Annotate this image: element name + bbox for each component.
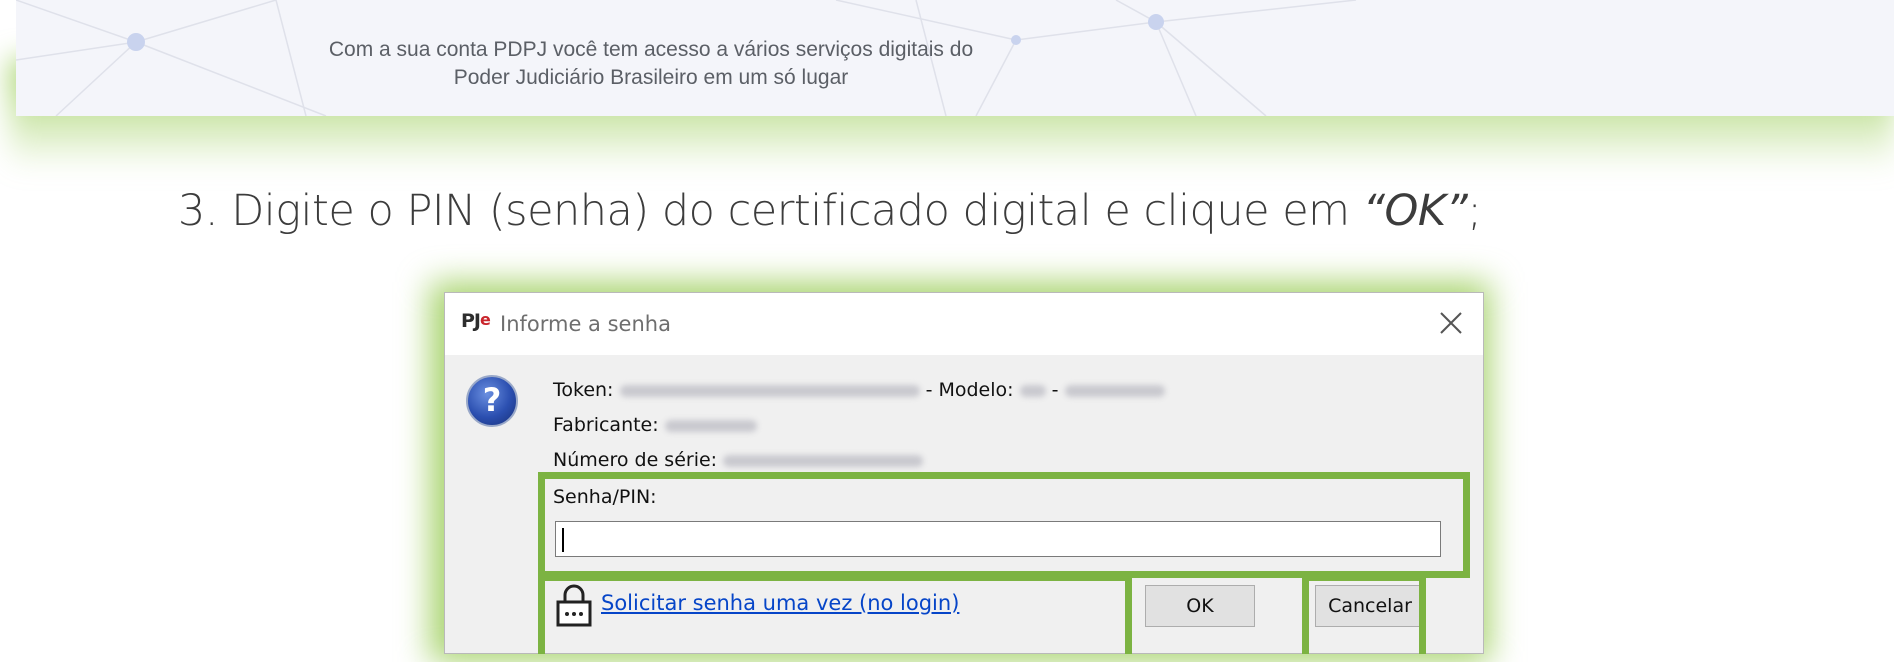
cancel-highlight (1302, 574, 1426, 654)
serie-row: Número de série: (553, 449, 924, 471)
banner-line-1: Com a sua conta PDPJ você tem acesso a v… (328, 38, 974, 61)
banner-description: Com a sua conta PDPJ você tem acesso a v… (216, 36, 1086, 92)
serie-value-redacted (723, 454, 924, 467)
token-value-redacted (619, 384, 920, 397)
step-text: 3. Digite o PIN (senha) do certificado d… (178, 186, 1363, 236)
ok-button[interactable]: OK (1145, 585, 1255, 627)
modelo-separator: - (1051, 379, 1059, 401)
fabricante-value-redacted (664, 419, 757, 432)
modelo-extra-redacted (1064, 384, 1165, 397)
pin-field-highlight (538, 472, 1470, 578)
pje-logo-text: PJ (461, 310, 481, 332)
step-instruction: 3. Digite o PIN (senha) do certificado d… (178, 186, 1482, 236)
pdpj-banner: Com a sua conta PDPJ você tem acesso a v… (16, 0, 1894, 116)
link-highlight (538, 574, 1132, 654)
modelo-value-redacted (1019, 384, 1046, 397)
fabricante-label: Fabricante: (553, 414, 659, 436)
step-end: ; (1467, 186, 1482, 236)
pje-logo-accent: e (480, 310, 491, 329)
question-icon: ? (466, 375, 518, 427)
dialog-title: Informe a senha (500, 312, 671, 336)
serie-label: Número de série: (553, 449, 718, 471)
banner-line-2: Poder Judiciário Brasileiro em um só lug… (453, 66, 849, 89)
modelo-label: - Modelo: (925, 379, 1014, 401)
close-icon[interactable] (1437, 309, 1465, 337)
token-row: Token: - Modelo: - (553, 379, 1165, 401)
pje-logo: PJe (461, 310, 491, 332)
step-ok-quote: “OK” (1362, 186, 1468, 236)
token-label: Token: (553, 379, 614, 401)
dialog-titlebar: PJe Informe a senha (445, 293, 1483, 355)
fabricante-row: Fabricante: (553, 414, 757, 436)
